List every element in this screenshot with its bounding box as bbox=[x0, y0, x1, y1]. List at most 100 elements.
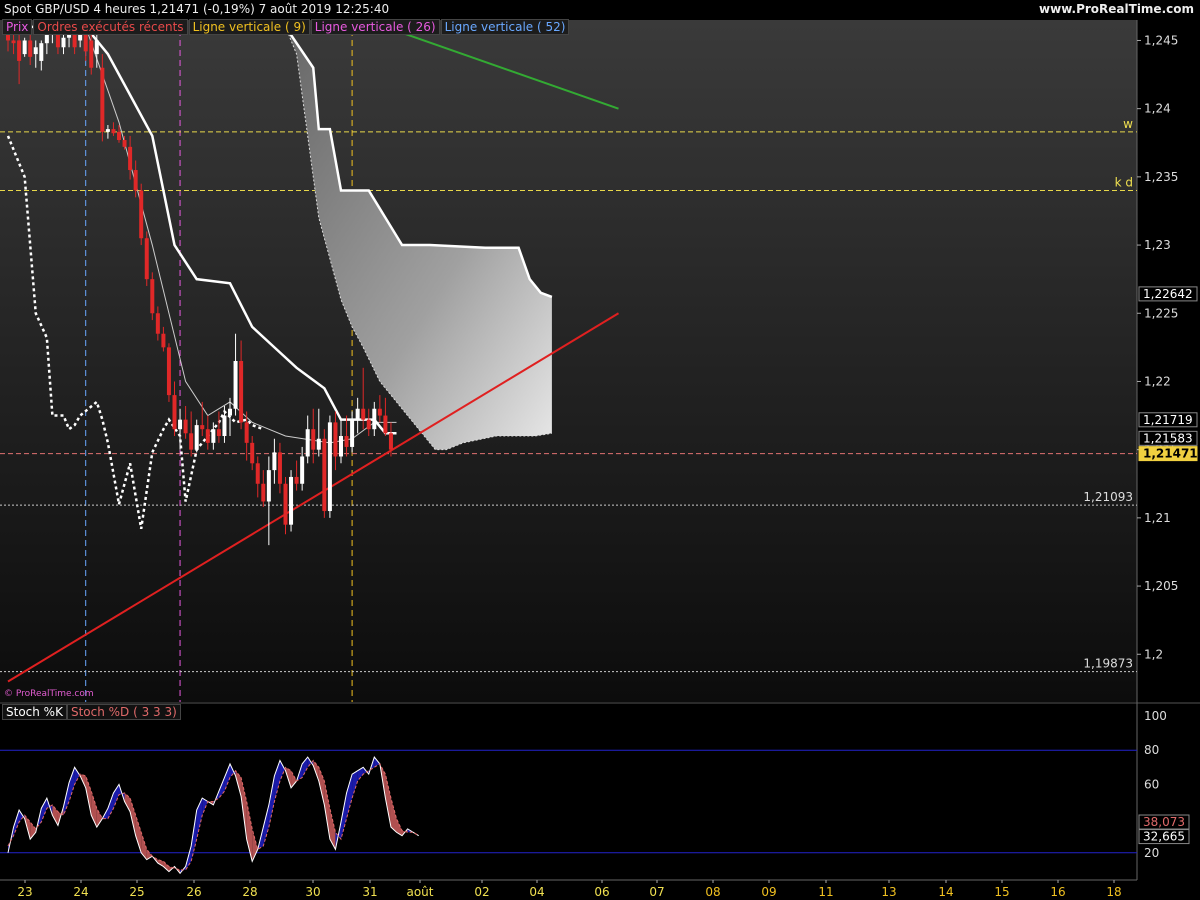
candle-body bbox=[172, 395, 177, 430]
legend-vline-52[interactable]: Ligne verticale ( 52) bbox=[440, 19, 570, 35]
candle-body bbox=[105, 129, 110, 132]
x-tick-label: 30 bbox=[305, 885, 320, 899]
candle-body bbox=[250, 442, 255, 464]
candle-body bbox=[111, 129, 116, 134]
y-tick-label: 1,23 bbox=[1144, 238, 1171, 252]
candle-body bbox=[28, 40, 33, 57]
price-label: 1,22642 bbox=[1143, 287, 1193, 301]
legend-vline-9[interactable]: Ligne verticale ( 9) bbox=[188, 19, 310, 35]
candle-body bbox=[61, 37, 66, 48]
candle-body bbox=[11, 40, 16, 44]
candle-body bbox=[228, 408, 232, 416]
candle-body bbox=[211, 429, 216, 443]
x-tick-label: 06 bbox=[594, 885, 609, 899]
hline-label: w bbox=[1123, 117, 1133, 131]
x-tick-label: 14 bbox=[938, 885, 953, 899]
legend-prix[interactable]: Prix bbox=[2, 19, 33, 35]
candle-body bbox=[300, 456, 305, 484]
candle-body bbox=[17, 40, 22, 61]
candle-body bbox=[183, 419, 188, 434]
candle-body bbox=[44, 33, 49, 44]
watermark: © ProRealTime.com bbox=[4, 689, 94, 699]
candle bbox=[322, 429, 327, 518]
hline-label: 1,19873 bbox=[1083, 657, 1133, 671]
candle-body bbox=[178, 419, 183, 430]
x-tick-label: 16 bbox=[1050, 885, 1065, 899]
candle-body bbox=[355, 408, 360, 420]
candle-body bbox=[139, 190, 144, 239]
candle-body bbox=[311, 429, 316, 450]
y-tick-label: 1,2 bbox=[1144, 647, 1163, 661]
site-link[interactable]: www.ProRealTime.com bbox=[1039, 2, 1194, 16]
x-tick-label: 11 bbox=[818, 885, 833, 899]
candle-body bbox=[283, 483, 288, 525]
x-tick-label: 31 bbox=[362, 885, 377, 899]
candle-body bbox=[361, 408, 366, 420]
candle-body bbox=[128, 146, 133, 171]
chart-canvas[interactable]: 1,245 1,24 1,235 1,23 1,225 1,22 1,2 15 1,21 1,20… bbox=[0, 0, 1200, 900]
candle-body bbox=[33, 47, 38, 55]
candle-body bbox=[117, 131, 121, 141]
candle-body bbox=[327, 422, 332, 512]
price-label: 1,21719 bbox=[1143, 413, 1193, 427]
candle-body bbox=[322, 438, 327, 512]
candle-body bbox=[272, 452, 277, 471]
candle-body bbox=[316, 438, 321, 450]
candle-body bbox=[216, 429, 221, 437]
candle-body bbox=[305, 429, 310, 457]
candle-body bbox=[383, 415, 388, 434]
candle-body bbox=[133, 170, 138, 191]
candle-body bbox=[144, 238, 149, 280]
candle-body bbox=[39, 43, 44, 61]
price-label: 1,21583 bbox=[1143, 431, 1193, 445]
candle-body bbox=[222, 415, 227, 437]
candle-body bbox=[166, 347, 171, 396]
candle-body bbox=[294, 476, 299, 484]
stoch-tick-label: 20 bbox=[1144, 846, 1159, 860]
candle-body bbox=[333, 422, 338, 457]
y-tick-label: 1,21 bbox=[1144, 511, 1171, 525]
x-tick-label: 18 bbox=[1106, 885, 1121, 899]
legend-orders[interactable]: Ordres exécutés récents bbox=[33, 19, 188, 35]
candle-body bbox=[239, 361, 244, 423]
candle bbox=[150, 272, 155, 321]
candle-body bbox=[155, 313, 160, 334]
legend-stoch-k[interactable]: Stoch %K bbox=[2, 704, 67, 720]
x-tick-label: 26 bbox=[186, 885, 201, 899]
candle-body bbox=[350, 419, 355, 447]
candle-body bbox=[344, 436, 349, 447]
stoch-legend: Stoch %K Stoch %D ( 3 3 3) bbox=[2, 704, 181, 720]
candle-body bbox=[200, 425, 205, 430]
y-tick-label: 1,235 bbox=[1144, 170, 1178, 184]
candle-body bbox=[122, 140, 127, 147]
stoch-value-label: 38,073 bbox=[1143, 815, 1185, 829]
candle-body bbox=[205, 429, 210, 443]
y-tick-label: 1,245 bbox=[1144, 33, 1178, 47]
legend-vline-26[interactable]: Ligne verticale ( 26) bbox=[310, 19, 440, 35]
candle-body bbox=[372, 408, 377, 430]
y-tick-label: 1,225 bbox=[1144, 306, 1178, 320]
x-tick-label: 23 bbox=[17, 885, 32, 899]
candle-body bbox=[277, 452, 282, 484]
legend-stoch-d[interactable]: Stoch %D ( 3 3 3) bbox=[66, 704, 181, 720]
x-tick-label: 08 bbox=[705, 885, 720, 899]
candle-body bbox=[161, 333, 166, 348]
stoch-panel-bg bbox=[0, 704, 1137, 880]
candle-body bbox=[261, 483, 266, 502]
stoch-value-label: 32,665 bbox=[1143, 830, 1185, 844]
y-tick-label: 1,24 bbox=[1144, 102, 1171, 116]
candle-body bbox=[289, 476, 294, 525]
stoch-tick-label: 100 bbox=[1144, 709, 1167, 723]
stoch-tick-label: 60 bbox=[1144, 777, 1159, 791]
candle-body bbox=[189, 433, 194, 450]
x-tick-label: 24 bbox=[73, 885, 88, 899]
candle-body bbox=[94, 40, 99, 55]
x-tick-label: 04 bbox=[529, 885, 544, 899]
x-tick-label: 15 bbox=[994, 885, 1009, 899]
candle-body bbox=[194, 425, 199, 450]
candle-body bbox=[388, 433, 393, 450]
stoch-tick-label: 80 bbox=[1144, 743, 1159, 757]
y-tick-label: 1,205 bbox=[1144, 579, 1178, 593]
x-tick-label: 25 bbox=[129, 885, 144, 899]
header-bar: Spot GBP/USD 4 heures 1,21471 (-0,19%) 7… bbox=[0, 0, 1200, 20]
